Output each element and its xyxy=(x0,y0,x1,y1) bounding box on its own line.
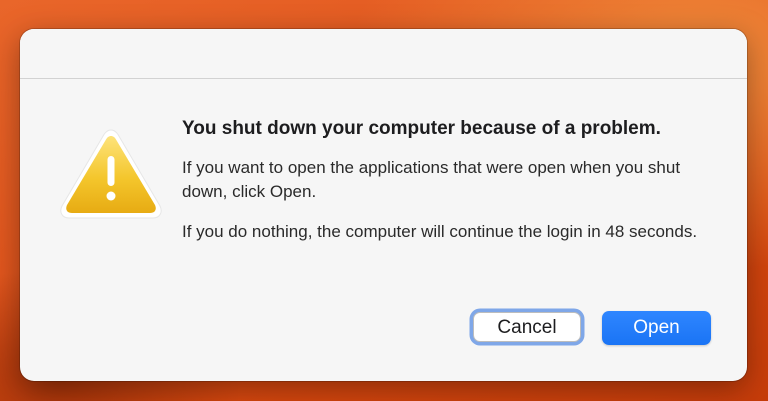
warning-icon xyxy=(57,124,165,222)
dialog-message-countdown: If you do nothing, the computer will con… xyxy=(182,222,698,241)
dialog-content: You shut down your computer because of a… xyxy=(182,115,732,244)
dialog-titlebar xyxy=(20,29,747,79)
dialog-message-open: If you want to open the applications tha… xyxy=(182,158,681,201)
cancel-button[interactable]: Cancel xyxy=(473,312,581,342)
dialog-heading: You shut down your computer because of a… xyxy=(182,118,661,139)
alert-dialog: You shut down your computer because of a… xyxy=(20,29,747,381)
open-button[interactable]: Open xyxy=(602,311,711,345)
